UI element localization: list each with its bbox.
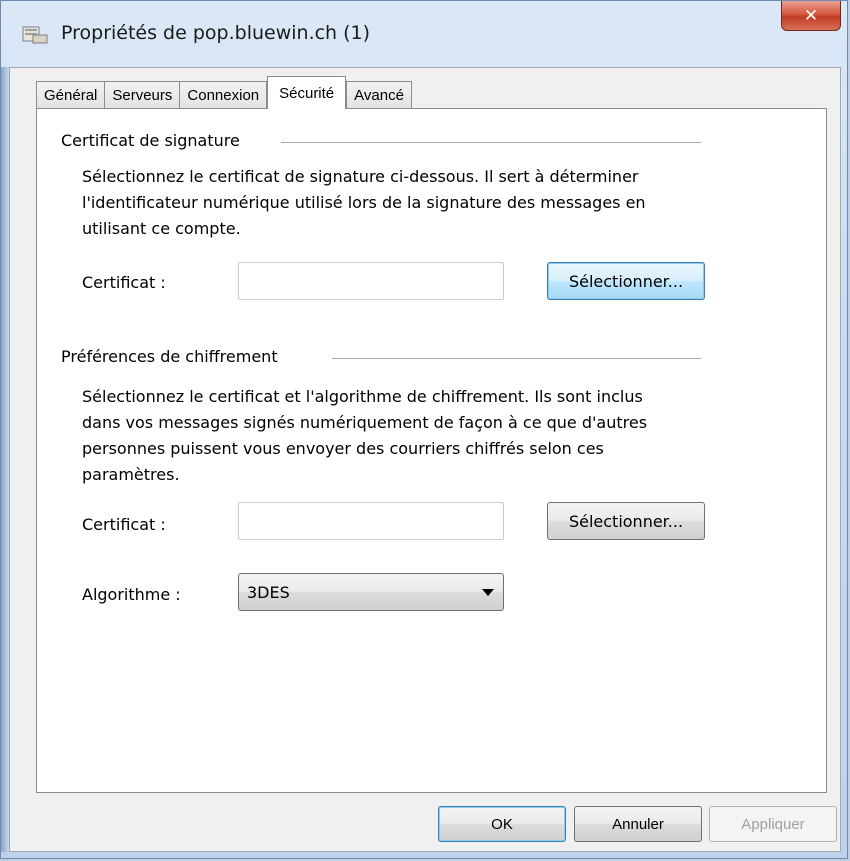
security-tab-panel: Certificat de signature Sélectionnez le … xyxy=(36,108,827,793)
apply-button[interactable]: Appliquer xyxy=(709,806,837,842)
encryption-certificate-label: Certificat : xyxy=(82,515,166,534)
encryption-select-button[interactable]: Sélectionner... xyxy=(547,502,705,540)
encryption-description-line: personnes puissent vous envoyer des cour… xyxy=(82,439,604,458)
dialog-client-area: Général Serveurs Connexion Sécurité Avan… xyxy=(9,67,841,852)
window-title: Propriétés de pop.bluewin.ch (1) xyxy=(61,22,371,44)
signing-description-line: utilisant ce compte. xyxy=(82,219,241,238)
window-frame-left xyxy=(1,67,9,852)
encryption-description-line: Sélectionnez le certificat et l'algorith… xyxy=(82,387,643,406)
cancel-button[interactable]: Annuler xyxy=(574,806,702,842)
encryption-certificate-field[interactable] xyxy=(238,502,504,540)
algorithm-label: Algorithme : xyxy=(82,585,181,604)
signing-group-heading: Certificat de signature xyxy=(61,131,240,150)
account-properties-icon xyxy=(22,26,48,44)
tab-general[interactable]: Général xyxy=(36,81,106,109)
ok-button[interactable]: OK xyxy=(438,806,566,842)
tab-servers[interactable]: Serveurs xyxy=(104,81,181,109)
algorithm-dropdown[interactable]: 3DES xyxy=(238,573,504,611)
tab-security[interactable]: Sécurité xyxy=(267,76,347,109)
signing-certificate-field[interactable] xyxy=(238,262,504,300)
signing-group-divider xyxy=(281,142,701,143)
signing-description-line: Sélectionnez le certificat de signature … xyxy=(82,167,639,186)
signing-select-button[interactable]: Sélectionner... xyxy=(547,262,705,300)
algorithm-selected-value: 3DES xyxy=(247,583,290,602)
encryption-group-heading: Préférences de chiffrement xyxy=(61,347,278,366)
tab-strip: Général Serveurs Connexion Sécurité Avan… xyxy=(36,76,412,109)
signing-description-line: l'identificateur numérique utilisé lors … xyxy=(82,193,646,212)
signing-certificate-label: Certificat : xyxy=(82,273,166,292)
chevron-down-icon xyxy=(482,589,494,596)
title-bar[interactable]: Propriétés de pop.bluewin.ch (1) ✕ xyxy=(1,1,847,67)
close-icon: ✕ xyxy=(803,5,819,26)
close-button[interactable]: ✕ xyxy=(781,1,841,31)
encryption-description-line: dans vos messages signés numériquement d… xyxy=(82,413,648,432)
tab-advanced[interactable]: Avancé xyxy=(346,81,412,109)
properties-dialog: Propriétés de pop.bluewin.ch (1) ✕ Génér… xyxy=(0,0,848,859)
encryption-description: Sélectionnez le certificat et l'algorith… xyxy=(82,384,742,488)
encryption-description-line: paramètres. xyxy=(82,465,180,484)
encryption-group-divider xyxy=(332,358,701,359)
signing-description: Sélectionnez le certificat de signature … xyxy=(82,164,742,242)
tab-connection[interactable]: Connexion xyxy=(179,81,268,109)
